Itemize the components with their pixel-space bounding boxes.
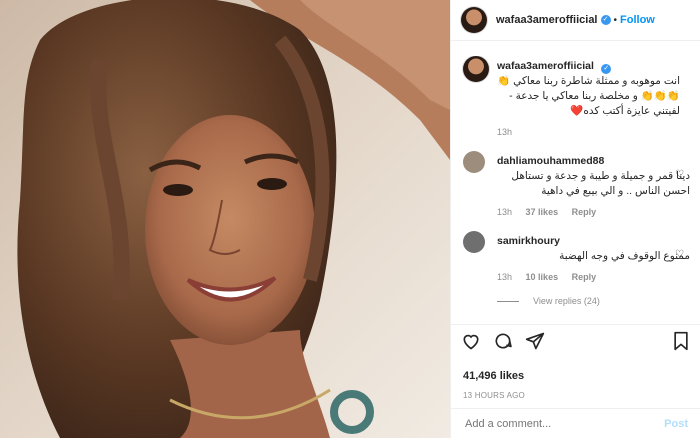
comment-bubble-icon[interactable] <box>493 331 513 351</box>
reply-button[interactable]: Reply <box>572 207 597 217</box>
avatar[interactable] <box>461 7 487 33</box>
caption-avatar[interactable] <box>463 56 489 82</box>
separator-dot: • <box>613 14 618 26</box>
commenter-avatar[interactable] <box>463 151 485 173</box>
instagram-post: wafaa3ameroffiicial ✓ • Follow wafaa3ame… <box>0 0 700 438</box>
share-plane-icon[interactable] <box>525 331 545 351</box>
follow-button[interactable]: Follow <box>620 14 655 26</box>
like-comment-heart-icon[interactable]: ♡ <box>675 249 684 260</box>
comment-time[interactable]: 13h <box>497 272 512 282</box>
caption-text: انت موهوبه و ممثلة شاطرة ربنا معاكي 👏👏👏👏… <box>497 75 680 117</box>
action-bar <box>451 324 700 355</box>
like-heart-icon[interactable] <box>461 331 481 351</box>
post-photo[interactable] <box>0 0 450 438</box>
post-header: wafaa3ameroffiicial ✓ • Follow <box>451 0 700 41</box>
caption: wafaa3ameroffiicial ✓ انت موهوبه و ممثلة… <box>451 56 700 137</box>
caption-time[interactable]: 13h <box>497 127 512 137</box>
comment-text: ممنوع الوقوف في وجه الهضبة <box>559 250 690 262</box>
comment-likes[interactable]: 37 likes <box>526 207 559 217</box>
post-sidebar: wafaa3ameroffiicial ✓ • Follow wafaa3ame… <box>450 0 700 438</box>
comments-section: wafaa3ameroffiicial ✓ انت موهوبه و ممثلة… <box>451 56 700 332</box>
replies-divider <box>497 300 519 302</box>
add-comment-bar: Post <box>451 408 700 438</box>
commenter-avatar[interactable] <box>463 231 485 253</box>
post-comment-button[interactable]: Post <box>664 418 688 430</box>
comment-username[interactable]: dahliamouhammed88 <box>497 155 604 167</box>
verified-badge-icon: ✓ <box>601 64 612 74</box>
verified-badge-icon: ✓ <box>600 15 611 25</box>
comment-likes[interactable]: 10 likes <box>526 272 559 282</box>
view-replies-label: View replies (24) <box>533 296 600 306</box>
reply-button[interactable]: Reply <box>572 272 597 282</box>
like-comment-heart-icon[interactable]: ♡ <box>675 169 684 180</box>
portrait-image <box>0 0 450 438</box>
comment-input[interactable] <box>463 416 665 431</box>
comment-time[interactable]: 13h <box>497 207 512 217</box>
comment-item: dahliamouhammed88 دينا قمر و جميلة و طيب… <box>451 151 700 217</box>
bookmark-icon[interactable] <box>672 331 690 351</box>
post-timestamp[interactable]: 13 HOURS AGO <box>463 391 525 400</box>
comment-item: samirkhoury ممنوع الوقوف في وجه الهضبة 1… <box>451 231 700 282</box>
caption-username[interactable]: wafaa3ameroffiicial <box>497 60 594 72</box>
likes-count[interactable]: 41,496 likes <box>463 370 524 382</box>
comment-username[interactable]: samirkhoury <box>497 235 560 247</box>
view-replies-button[interactable]: View replies (24) <box>497 296 700 306</box>
header-username[interactable]: wafaa3ameroffiicial <box>496 14 598 26</box>
comment-text: دينا قمر و جميلة و طيبة و جدعة و تستاهل … <box>511 170 690 197</box>
